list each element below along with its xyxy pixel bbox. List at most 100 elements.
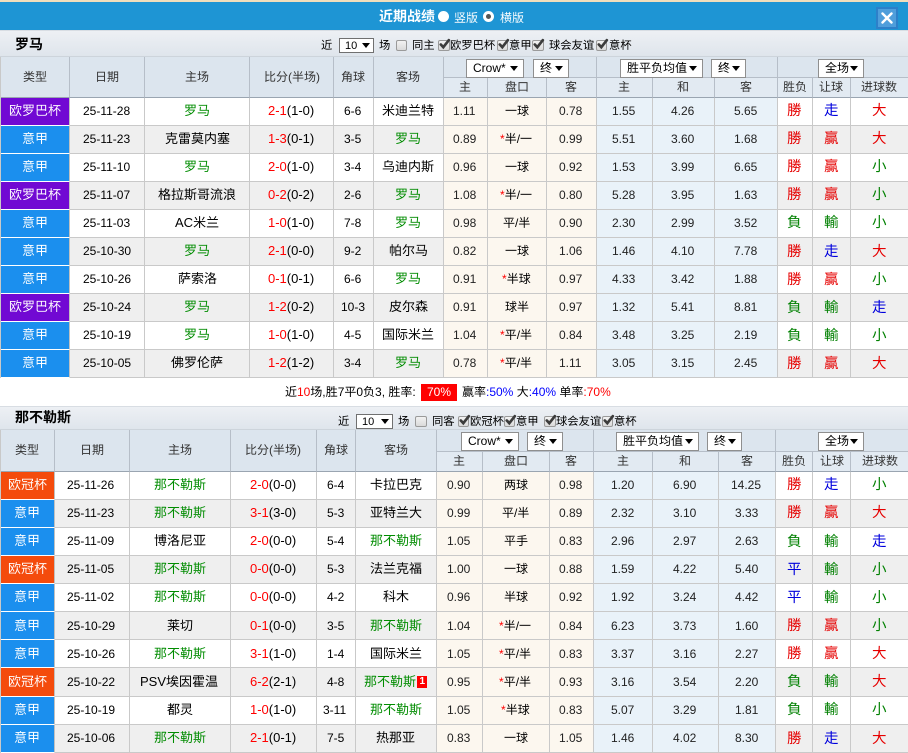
svg-text:(0-0): (0-0) [269,477,296,492]
svg-text:2.97: 2.97 [673,534,697,548]
svg-text:3.73: 3.73 [673,619,697,633]
svg-text:3.16: 3.16 [611,675,635,689]
svg-text:(0-2): (0-2) [287,187,314,202]
svg-text:1.55: 1.55 [612,104,636,118]
svg-text:3.15: 3.15 [671,356,695,370]
svg-text:25-11-10: 25-11-10 [83,160,130,174]
svg-text:/: / [517,328,521,342]
svg-text:3.33: 3.33 [735,506,759,520]
svg-text:1.20: 1.20 [611,478,635,492]
svg-text:25-11-28: 25-11-28 [83,104,130,118]
svg-text:4-5: 4-5 [344,328,362,342]
svg-text:AC: AC [175,215,193,230]
svg-text:0.99: 0.99 [559,132,583,146]
svg-text:(1-0): (1-0) [269,702,296,717]
svg-text:2.30: 2.30 [612,216,636,230]
svg-text:1.92: 1.92 [611,590,635,604]
svg-text:70%: 70% [427,385,451,399]
svg-text:*: * [500,188,505,202]
svg-text:/: / [516,619,520,633]
svg-text:*: * [499,619,504,633]
svg-text::: : [412,385,415,399]
svg-text:5.41: 5.41 [671,300,695,314]
svg-text:/: / [517,132,521,146]
svg-text:25-10-24: 25-10-24 [83,300,131,314]
svg-text:/: / [516,647,520,661]
svg-text:1.60: 1.60 [735,619,759,633]
svg-text:0.96: 0.96 [447,590,471,604]
svg-text:0.92: 0.92 [559,160,583,174]
svg-text::70%: :70% [583,385,611,399]
svg-text:4.02: 4.02 [673,731,697,745]
svg-text:0.89: 0.89 [453,132,477,146]
svg-text:25-10-26: 25-10-26 [83,272,131,286]
svg-text:0.83: 0.83 [559,534,583,548]
svg-text:0.92: 0.92 [559,590,583,604]
svg-text:(1-0): (1-0) [287,215,314,230]
svg-text:2.20: 2.20 [735,675,759,689]
svg-text:2.27: 2.27 [735,647,759,661]
svg-text:1.05: 1.05 [447,534,471,548]
svg-text:4.33: 4.33 [612,272,636,286]
svg-text:0.88: 0.88 [559,562,583,576]
svg-text:3-4: 3-4 [344,160,362,174]
svg-text:(0-2): (0-2) [287,299,314,314]
svg-text:25-10-26: 25-10-26 [67,647,115,661]
svg-text:0.95: 0.95 [447,675,471,689]
svg-text:1-0: 1-0 [250,702,269,717]
svg-text:3.42: 3.42 [671,272,695,286]
svg-text:0.91: 0.91 [453,272,477,286]
svg-text:25-10-19: 25-10-19 [83,328,131,342]
svg-text:1-2: 1-2 [268,355,287,370]
svg-text:): ) [297,443,301,457]
svg-text:3.60: 3.60 [671,132,695,146]
svg-text:1.32: 1.32 [612,300,636,314]
svg-text:2-1: 2-1 [250,730,269,745]
svg-text:6.90: 6.90 [673,478,697,492]
svg-text:(0-0): (0-0) [269,589,296,604]
svg-text:3.99: 3.99 [671,160,695,174]
svg-text:0.84: 0.84 [559,619,583,633]
svg-text:1-3: 1-3 [268,131,287,146]
svg-text:10-3: 10-3 [341,300,365,314]
svg-text:0-0: 0-0 [250,589,269,604]
svg-text:2.32: 2.32 [611,506,635,520]
svg-text:2.96: 2.96 [611,534,635,548]
svg-text:2.99: 2.99 [671,216,695,230]
svg-text:/: / [515,216,519,230]
svg-text:(1-2): (1-2) [287,355,314,370]
svg-text:4.10: 4.10 [671,244,695,258]
svg-text:25-11-26: 25-11-26 [67,478,114,492]
svg-text:1.05: 1.05 [447,703,471,717]
svg-text:1.06: 1.06 [559,244,583,258]
svg-text:2-1: 2-1 [268,103,287,118]
svg-text:3-1: 3-1 [250,646,269,661]
svg-text:2-6: 2-6 [344,188,362,202]
svg-text:2.63: 2.63 [735,534,759,548]
svg-text:3.52: 3.52 [734,216,758,230]
svg-text:0.89: 0.89 [559,506,583,520]
svg-text:25-10-29: 25-10-29 [67,619,115,633]
svg-text:0.80: 0.80 [559,188,583,202]
svg-text:0.83: 0.83 [559,703,583,717]
svg-text:,: , [322,385,325,399]
svg-text:(0-1): (0-1) [287,131,314,146]
svg-text:1.11: 1.11 [453,104,476,118]
svg-text:3.24: 3.24 [673,590,697,604]
svg-text:3.16: 3.16 [673,647,697,661]
svg-text:(: ( [269,443,273,457]
svg-text::50%: :50% [486,385,514,399]
svg-text:*: * [500,328,505,342]
svg-text:2-0: 2-0 [250,477,269,492]
svg-text:25-11-09: 25-11-09 [67,534,114,548]
svg-text:8.30: 8.30 [735,731,759,745]
svg-text:5.07: 5.07 [611,703,635,717]
svg-text:1.05: 1.05 [447,647,471,661]
svg-text:8.81: 8.81 [734,300,758,314]
svg-text:*: * [499,675,504,689]
svg-text:0.98: 0.98 [559,478,583,492]
svg-text:5.51: 5.51 [612,132,636,146]
svg-text:3-5: 3-5 [327,619,345,633]
svg-text:0.96: 0.96 [453,160,477,174]
svg-text:5.65: 5.65 [734,104,758,118]
